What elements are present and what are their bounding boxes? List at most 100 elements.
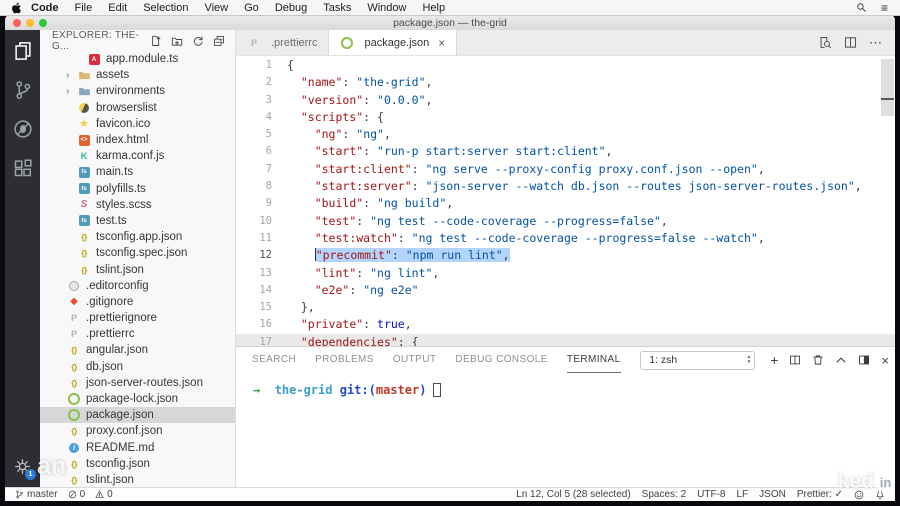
- line-number[interactable]: 5: [236, 126, 287, 143]
- apple-menu-icon[interactable]: [11, 2, 22, 14]
- window-title-bar[interactable]: package.json — the-grid: [5, 15, 895, 31]
- new-file-icon[interactable]: [150, 35, 162, 47]
- debug-activity-button[interactable]: [11, 117, 35, 141]
- line-number[interactable]: 15: [236, 299, 287, 316]
- source-control-activity-button[interactable]: [11, 78, 35, 102]
- file-item-.gitignore[interactable]: ◆ .gitignore: [40, 294, 235, 310]
- code-line-13[interactable]: 13 "lint": "ng lint",: [236, 265, 895, 282]
- file-item-proxy.conf.json[interactable]: {} proxy.conf.json: [40, 423, 235, 439]
- close-panel-icon[interactable]: ×: [881, 353, 889, 368]
- code-line-5[interactable]: 5 "ng": "ng",: [236, 126, 895, 143]
- status-utf-8[interactable]: UTF-8: [697, 489, 725, 500]
- editor-scrollbar-thumb[interactable]: [881, 59, 894, 116]
- code-line-11[interactable]: 11 "test:watch": "ng test --code-coverag…: [236, 230, 895, 247]
- panel-tab-terminal[interactable]: TERMINAL: [566, 347, 621, 373]
- file-item-environments[interactable]: › environments: [40, 83, 235, 99]
- menu-help[interactable]: Help: [422, 2, 445, 14]
- code-line-10[interactable]: 10 "test": "ng test --code-coverage --pr…: [236, 213, 895, 230]
- file-item-browserslist[interactable]: browserslist: [40, 100, 235, 116]
- code-line-4[interactable]: 4 "scripts": {: [236, 109, 895, 126]
- minimize-window-button[interactable]: [26, 18, 34, 27]
- line-number[interactable]: 16: [236, 316, 287, 333]
- status-0[interactable]: 0: [95, 489, 113, 500]
- tab-package.json[interactable]: package.json ×: [329, 30, 458, 55]
- refresh-explorer-icon[interactable]: [192, 35, 204, 47]
- menu-window[interactable]: Window: [367, 2, 406, 14]
- line-number[interactable]: 10: [236, 213, 287, 230]
- code-line-15[interactable]: 15 },: [236, 299, 895, 316]
- code-line-14[interactable]: 14 "e2e": "ng e2e": [236, 282, 895, 299]
- status-spaces-2[interactable]: Spaces: 2: [642, 489, 686, 500]
- settings-button[interactable]: 1: [5, 458, 40, 480]
- code-line-2[interactable]: 2 "name": "the-grid",: [236, 74, 895, 91]
- menu-edit[interactable]: Edit: [108, 2, 127, 14]
- zoom-window-button[interactable]: [39, 18, 47, 27]
- code-line-7[interactable]: 7 "start:client": "ng serve --proxy-conf…: [236, 161, 895, 178]
- file-item-README.md[interactable]: i README.md: [40, 440, 235, 456]
- split-editor-icon[interactable]: [844, 36, 857, 49]
- panel-tab-debug-console[interactable]: DEBUG CONSOLE: [455, 347, 547, 373]
- line-number[interactable]: 8: [236, 178, 287, 195]
- status-master[interactable]: master: [15, 489, 58, 500]
- line-number[interactable]: 17: [236, 334, 287, 346]
- file-item-db.json[interactable]: {} db.json: [40, 359, 235, 375]
- file-item-tslint.json[interactable]: {} tslint.json: [40, 261, 235, 277]
- line-number[interactable]: 12: [236, 247, 287, 264]
- file-item-main.ts[interactable]: ts main.ts: [40, 164, 235, 180]
- file-item-tsconfig.spec.json[interactable]: {} tsconfig.spec.json: [40, 245, 235, 261]
- code-line-3[interactable]: 3 "version": "0.0.0",: [236, 92, 895, 109]
- line-number[interactable]: 2: [236, 74, 287, 91]
- panel-tab-search[interactable]: SEARCH: [252, 347, 296, 373]
- file-item-tsconfig.app.json[interactable]: {} tsconfig.app.json: [40, 229, 235, 245]
- menu-selection[interactable]: Selection: [143, 2, 188, 14]
- file-item-styles.scss[interactable]: Sstyles.scss: [40, 197, 235, 213]
- file-item-package.json[interactable]: package.json: [40, 407, 235, 424]
- code-line-17[interactable]: 17 "dependencies": {: [236, 333, 895, 346]
- tab-.prettierrc[interactable]: P .prettierrc: [236, 30, 330, 55]
- panel-tab-problems[interactable]: PROBLEMS: [315, 347, 374, 373]
- close-tab-icon[interactable]: ×: [438, 36, 445, 50]
- code-line-9[interactable]: 9 "build": "ng build",: [236, 195, 895, 212]
- close-window-button[interactable]: [13, 18, 21, 27]
- code-line-1[interactable]: 1{: [236, 57, 895, 74]
- file-item-polyfills.ts[interactable]: ts polyfills.ts: [40, 181, 235, 197]
- collapse-folders-icon[interactable]: [213, 35, 225, 47]
- spotlight-search-icon[interactable]: [856, 2, 867, 13]
- status-json[interactable]: JSON: [759, 489, 786, 500]
- line-number[interactable]: 9: [236, 195, 287, 212]
- menu-go[interactable]: Go: [244, 2, 259, 14]
- code-line-12[interactable]: 12 "precommit": "npm run lint",: [236, 247, 895, 264]
- file-item-json-server-routes.json[interactable]: {} json-server-routes.json: [40, 375, 235, 391]
- status-0[interactable]: 0: [68, 489, 85, 500]
- menu-debug[interactable]: Debug: [275, 2, 307, 14]
- move-panel-icon[interactable]: [858, 354, 870, 366]
- status-lf[interactable]: LF: [736, 489, 748, 500]
- open-preview-icon[interactable]: [819, 36, 832, 49]
- file-item-test.ts[interactable]: ts test.ts: [40, 213, 235, 229]
- extensions-activity-button[interactable]: [11, 156, 35, 180]
- file-item-angular.json[interactable]: {} angular.json: [40, 342, 235, 358]
- file-item-tsconfig.json[interactable]: {} tsconfig.json: [40, 456, 235, 472]
- explorer-activity-button[interactable]: [11, 39, 35, 63]
- menu-tasks[interactable]: Tasks: [323, 2, 351, 14]
- file-item-.editorconfig[interactable]: .editorconfig: [40, 278, 235, 294]
- file-item-.prettierignore[interactable]: P .prettierignore: [40, 310, 235, 326]
- menu-file[interactable]: File: [75, 2, 93, 14]
- line-number[interactable]: 11: [236, 230, 287, 247]
- code-line-6[interactable]: 6 "start": "run-p start:server start:cli…: [236, 143, 895, 160]
- terminal-shell-select[interactable]: 1: zsh ▲ ▼: [640, 350, 756, 370]
- file-item-tslint.json[interactable]: {} tslint.json: [40, 472, 235, 488]
- file-item-.prettierrc[interactable]: P .prettierrc: [40, 326, 235, 342]
- status-prettier[interactable]: Prettier: ✓: [797, 489, 843, 500]
- file-item-favicon.ico[interactable]: ★ favicon.ico: [40, 116, 235, 132]
- line-number[interactable]: 3: [236, 92, 287, 109]
- split-terminal-icon[interactable]: [789, 354, 801, 366]
- file-item-package-lock.json[interactable]: package-lock.json: [40, 391, 235, 407]
- status-ln-12-col-5-28-selected[interactable]: Ln 12, Col 5 (28 selected): [516, 489, 631, 500]
- panel-tab-output[interactable]: OUTPUT: [393, 347, 437, 373]
- code-line-8[interactable]: 8 "start:server": "json-server --watch d…: [236, 178, 895, 195]
- line-number[interactable]: 13: [236, 265, 287, 282]
- terminal-output[interactable]: → the-grid git:(master): [236, 373, 895, 488]
- line-number[interactable]: 14: [236, 282, 287, 299]
- add-terminal-icon[interactable]: +: [770, 352, 778, 368]
